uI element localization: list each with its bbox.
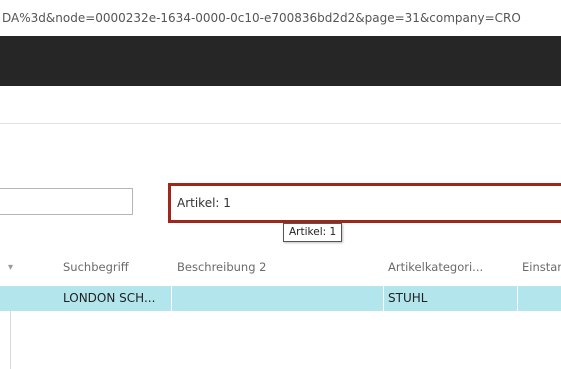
tooltip-text: Artikel: 1 — [289, 226, 337, 238]
cell-separator — [383, 286, 384, 311]
pane-divider — [10, 311, 11, 369]
app-header — [0, 36, 561, 86]
cell-separator — [517, 286, 518, 311]
filter-tooltip: Artikel: 1 — [283, 223, 343, 242]
url-text: DA%3d&node=0000232e-1634-0000-0c10-e7008… — [2, 11, 521, 25]
table-row[interactable]: LONDON SCH... STUHL — [0, 286, 561, 311]
cell-artikelkategorie: STUHL — [388, 291, 428, 305]
address-bar[interactable]: DA%3d&node=0000232e-1634-0000-0c10-e7008… — [0, 0, 561, 37]
toolbar-divider — [0, 123, 561, 124]
column-header-einstand[interactable]: Einstan — [522, 260, 561, 274]
search-input[interactable] — [0, 188, 133, 215]
cell-separator — [171, 286, 172, 311]
filter-field[interactable]: Artikel: 1 — [168, 183, 561, 223]
filter-value: Artikel: 1 — [177, 196, 231, 210]
column-resize-handle[interactable]: ▾ — [8, 262, 13, 274]
column-header-beschreibung-2[interactable]: Beschreibung 2 — [177, 260, 266, 274]
column-header-artikelkategorie[interactable]: Artikelkategori... — [388, 260, 483, 274]
cell-suchbegriff: LONDON SCH... — [63, 291, 156, 305]
column-header-suchbegriff[interactable]: Suchbegriff — [63, 260, 129, 274]
